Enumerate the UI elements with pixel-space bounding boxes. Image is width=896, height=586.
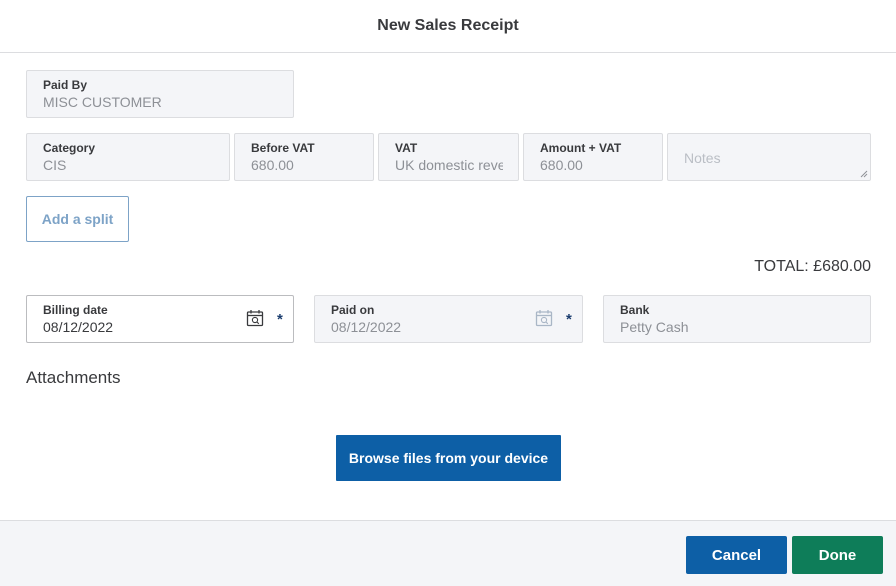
total-amount: TOTAL: £680.00 [754,258,871,275]
category-value: CIS [43,157,67,173]
category-field[interactable]: Category CIS [26,133,230,181]
paid-on-label: Paid on [331,303,375,317]
vat-label: VAT [395,141,418,155]
calendar-icon[interactable] [535,309,553,327]
paid-by-field[interactable]: Paid By MISC CUSTOMER [26,70,294,118]
before-vat-field[interactable]: Before VAT 680.00 [234,133,374,181]
paid-on-value: 08/12/2022 [331,319,402,335]
bank-value: Petty Cash [620,319,689,335]
add-split-button[interactable]: Add a split [26,196,129,242]
amount-vat-field[interactable]: Amount + VAT 680.00 [523,133,663,181]
bank-field[interactable]: Bank Petty Cash [603,295,871,343]
bank-label: Bank [620,303,650,317]
cancel-button[interactable]: Cancel [686,536,787,574]
paid-by-value: MISC CUSTOMER [43,94,162,110]
vat-field[interactable]: VAT UK domestic reve [378,133,519,181]
before-vat-value: 680.00 [251,157,294,173]
attachments-heading: Attachments [26,368,121,387]
billing-date-value: 08/12/2022 [43,319,114,335]
resize-grip-icon[interactable] [860,170,868,178]
dialog-title: New Sales Receipt [377,17,519,34]
dialog-header: New Sales Receipt [0,0,896,53]
paid-by-label: Paid By [43,78,88,92]
before-vat-label: Before VAT [251,141,315,155]
vat-value: UK domestic reve [395,157,503,173]
done-button[interactable]: Done [792,536,883,574]
billing-date-required-marker: * [277,311,283,328]
amount-vat-value: 680.00 [540,157,583,173]
browse-files-button[interactable]: Browse files from your device [336,435,561,481]
notes-textarea[interactable]: Notes [667,133,871,181]
paid-on-required-marker: * [566,311,572,328]
notes-placeholder: Notes [684,150,721,166]
calendar-icon[interactable] [246,309,264,327]
category-label: Category [43,141,96,155]
amount-vat-label: Amount + VAT [540,141,622,155]
billing-date-label: Billing date [43,303,108,317]
